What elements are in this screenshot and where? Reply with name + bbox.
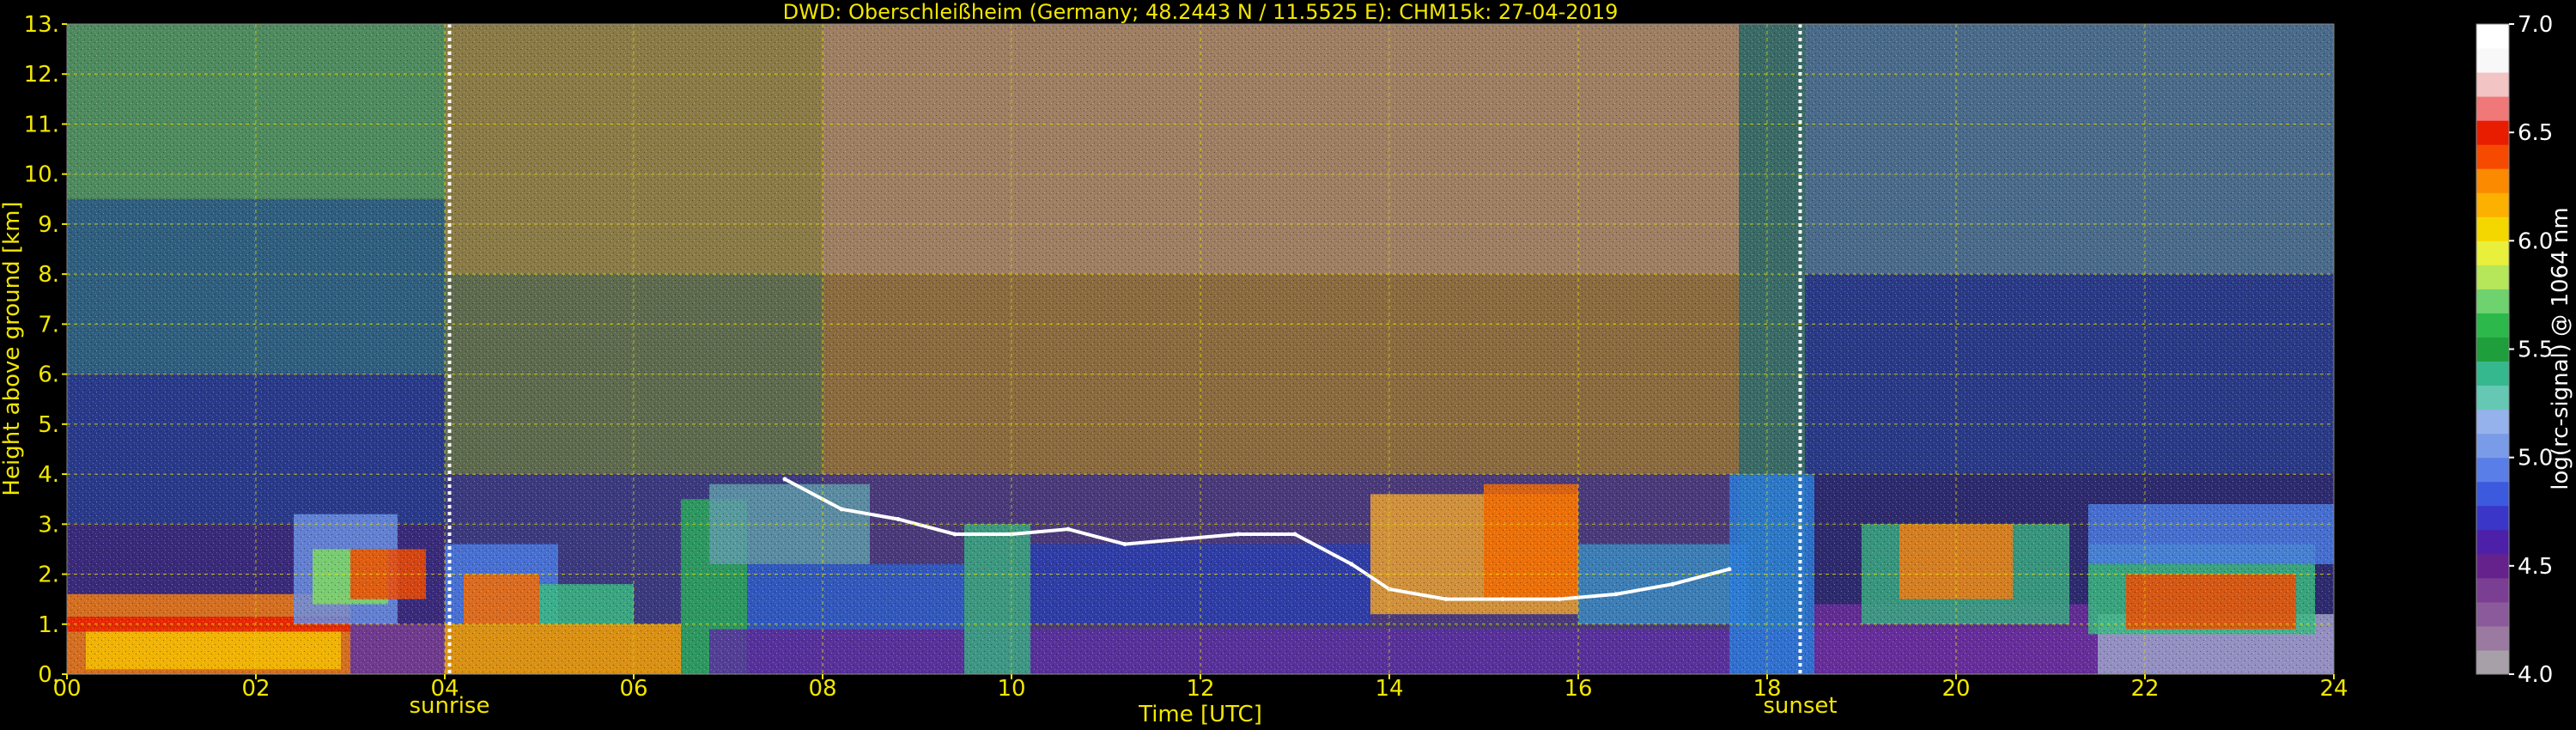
cloud-base-point (782, 477, 787, 482)
colorbar-segment (2476, 529, 2509, 555)
cloud-base-point (1613, 592, 1619, 597)
colorbar-segment (2476, 24, 2509, 49)
colorbar-segment (2476, 144, 2509, 169)
colorbar-segment (2476, 240, 2509, 265)
colorbar-segment (2476, 649, 2509, 675)
sunset-label: sunset (1763, 693, 1837, 719)
y-axis-label: Height above ground [km] (0, 201, 25, 496)
x-tick-label: 00 (52, 676, 81, 702)
colorbar-segment (2476, 409, 2509, 435)
y-tick-label: 1. (38, 612, 59, 638)
y-tick-label: 11. (24, 112, 59, 137)
y-tick-label: 6. (38, 362, 59, 388)
cloud-base-point (1236, 532, 1241, 537)
colorbar-segment (2476, 601, 2509, 627)
sunrise-label: sunrise (410, 693, 490, 719)
x-tick-label: 02 (241, 676, 270, 702)
x-tick-label: 16 (1564, 676, 1592, 702)
plot-area (66, 23, 2335, 675)
colorbar-segment (2476, 385, 2509, 411)
cloud-base-point (1670, 581, 1675, 587)
colorbar (2476, 23, 2510, 675)
colorbar-segment (2476, 553, 2509, 579)
cloud-base-point (1557, 597, 1562, 602)
cloud-base-point (1066, 526, 1071, 532)
colorbar-segment (2476, 313, 2509, 338)
cloud-base-point (1500, 597, 1505, 602)
y-tick-label: 9. (38, 212, 59, 238)
x-tick-label: 10 (997, 676, 1025, 702)
colorbar-segment (2476, 96, 2509, 121)
ceilometer-chart: DWD: Oberschleißheim (Germany; 48.2443 N… (0, 0, 2573, 727)
colorbar-segment (2476, 577, 2509, 603)
cloud-base-point (1727, 567, 1732, 572)
cloud-base-point (1122, 542, 1127, 547)
x-tick-label: 20 (1941, 676, 1970, 702)
colorbar-label: log(rc-signal) @ 1064 nm (2548, 207, 2573, 490)
chart-title: DWD: Oberschleißheim (Germany; 48.2443 N… (783, 0, 1619, 24)
colorbar-segment (2476, 361, 2509, 386)
colorbar-segment (2476, 120, 2509, 145)
cloud-base-point (839, 507, 844, 512)
cloud-base-point (1443, 597, 1449, 602)
colorbar-tick-label: 7.0 (2518, 12, 2553, 38)
y-tick-label: 3. (38, 512, 59, 538)
cloud-base-point (896, 516, 901, 521)
x-tick-label: 22 (2130, 676, 2159, 702)
colorbar-segment (2476, 48, 2509, 73)
colorbar-segment (2476, 265, 2509, 289)
colorbar-segment (2476, 289, 2509, 313)
colorbar-segment (2476, 481, 2509, 507)
x-tick-label: 08 (808, 676, 836, 702)
cloud-base-point (1349, 562, 1354, 567)
colorbar-segment (2476, 192, 2509, 217)
y-tick-label: 13. (24, 12, 59, 38)
y-tick-label: 8. (38, 262, 59, 288)
x-tick-label: 24 (2319, 676, 2348, 702)
y-tick-label: 4. (38, 462, 59, 488)
x-axis-label: Time [UTC] (1138, 702, 1262, 727)
colorbar-segment (2476, 625, 2509, 651)
colorbar-segment (2476, 433, 2509, 459)
y-tick-label: 12. (24, 62, 59, 88)
x-tick-label: 12 (1186, 676, 1214, 702)
colorbar-segment (2476, 337, 2509, 362)
x-tick-label: 06 (619, 676, 647, 702)
y-tick-label: 5. (38, 412, 59, 438)
cloud-base-point (952, 532, 957, 537)
colorbar-segment (2476, 216, 2509, 241)
cloud-base-point (1292, 532, 1297, 537)
colorbar-segment (2476, 168, 2509, 193)
y-tick-label: 2. (38, 563, 59, 588)
colorbar-segment (2476, 72, 2509, 97)
y-tick-label: 10. (24, 162, 59, 188)
colorbar-tick-label: 4.0 (2518, 662, 2553, 688)
colorbar-segment (2476, 457, 2509, 483)
colorbar-segment (2476, 505, 2509, 531)
x-tick-label: 14 (1375, 676, 1403, 702)
cloud-base-point (1179, 537, 1184, 542)
colorbar-tick-label: 4.5 (2518, 554, 2553, 580)
colorbar-tick-label: 6.5 (2518, 120, 2553, 146)
y-tick-label: 7. (38, 312, 59, 338)
